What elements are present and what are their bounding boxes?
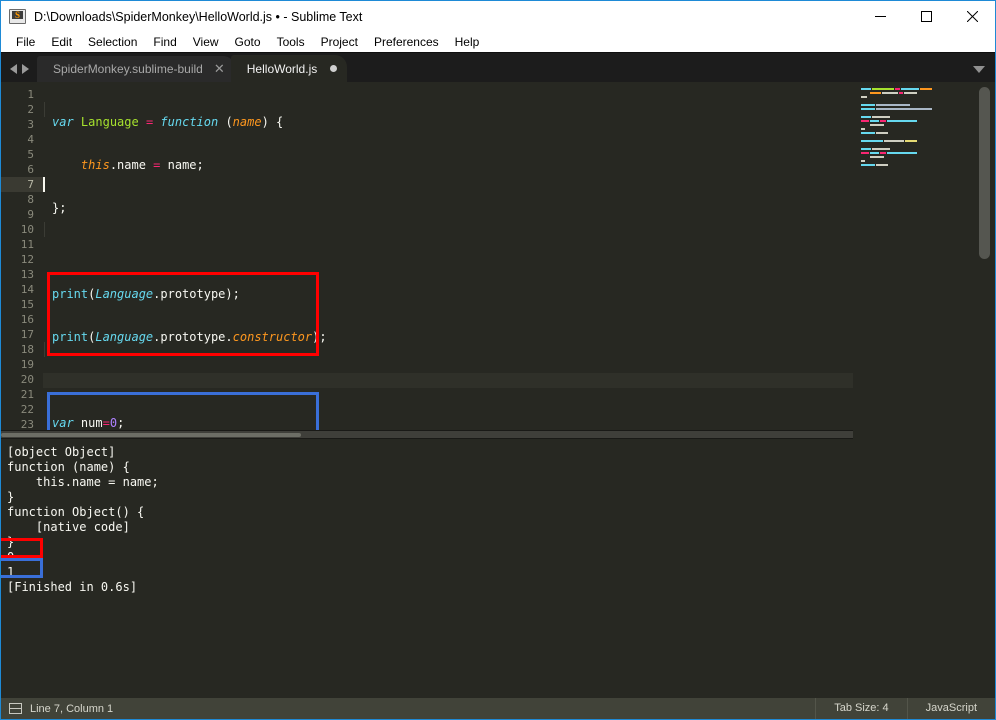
console-line: function Object() { bbox=[7, 505, 145, 519]
build-output-panel[interactable]: [object Object] function (name) { this.n… bbox=[1, 439, 853, 698]
sublime-text-window: D:\Downloads\SpiderMonkey\HelloWorld.js … bbox=[0, 0, 996, 720]
layout-panel-icon[interactable] bbox=[9, 703, 22, 714]
editor-main: 1 2 3 4 5 6 7 8 9 10 11 12 13 14 15 16 1 bbox=[1, 82, 853, 698]
tab-nav-arrows bbox=[1, 64, 37, 82]
status-bar-right: Tab Size: 4 JavaScript bbox=[815, 698, 995, 719]
line-number: 23 bbox=[20, 418, 34, 430]
close-icon[interactable] bbox=[949, 1, 995, 32]
editor-vertical-scrollbar[interactable] bbox=[974, 82, 995, 698]
editor-region: 1 2 3 4 5 6 7 8 9 10 11 12 13 14 15 16 1 bbox=[1, 82, 995, 698]
console-line: this.name = name; bbox=[7, 475, 159, 489]
line-number: 19 bbox=[20, 358, 34, 371]
line-number: 17 bbox=[20, 328, 34, 341]
menu-tools[interactable]: Tools bbox=[269, 32, 313, 52]
cursor-position[interactable]: Line 7, Column 1 bbox=[30, 703, 113, 715]
tab-helloworld-js[interactable]: HelloWorld.js bbox=[230, 55, 348, 82]
menu-selection[interactable]: Selection bbox=[80, 32, 145, 52]
console-line: [object Object] bbox=[7, 445, 116, 459]
line-number: 9 bbox=[27, 208, 34, 221]
syntax-mode[interactable]: JavaScript bbox=[906, 698, 995, 719]
line-number: 11 bbox=[20, 238, 34, 251]
line-number: 12 bbox=[20, 253, 34, 266]
code-line-6: print(Language.prototype.constructor); bbox=[52, 330, 327, 344]
menu-bar: File Edit Selection Find View Goto Tools… bbox=[1, 32, 995, 52]
menu-find[interactable]: Find bbox=[145, 32, 184, 52]
tab-bar: SpiderMonkey.sublime-build ✕ HelloWorld.… bbox=[1, 52, 995, 82]
tab-label: HelloWorld.js bbox=[246, 61, 318, 76]
line-number: 1 bbox=[27, 88, 34, 101]
code-line-1: var Language = function (name) { bbox=[52, 115, 284, 129]
arrow-right-icon[interactable] bbox=[22, 64, 29, 74]
line-number: 3 bbox=[27, 118, 34, 131]
line-number: 16 bbox=[20, 313, 34, 326]
code-line-3: }; bbox=[52, 201, 67, 215]
minimize-icon[interactable] bbox=[857, 1, 903, 32]
window-controls bbox=[857, 1, 995, 32]
menu-file[interactable]: File bbox=[8, 32, 43, 52]
console-line: } bbox=[7, 535, 15, 549]
menu-preferences[interactable]: Preferences bbox=[366, 32, 447, 52]
tab-spidermonkey-sublime-build[interactable]: SpiderMonkey.sublime-build ✕ bbox=[37, 56, 235, 82]
code-editor[interactable]: 1 2 3 4 5 6 7 8 9 10 11 12 13 14 15 16 1 bbox=[1, 82, 853, 430]
code-minimap[interactable] bbox=[853, 82, 974, 698]
tab-label: SpiderMonkey.sublime-build bbox=[53, 62, 203, 76]
console-line: function (name) { bbox=[7, 460, 130, 474]
menu-edit[interactable]: Edit bbox=[43, 32, 80, 52]
code-line-7 bbox=[43, 373, 853, 388]
text-cursor bbox=[43, 177, 45, 192]
chevron-down-icon[interactable] bbox=[973, 66, 985, 73]
close-icon[interactable]: ✕ bbox=[214, 62, 225, 75]
menu-help[interactable]: Help bbox=[447, 32, 488, 52]
line-number: 5 bbox=[27, 148, 34, 161]
code-line-8: var num=0; bbox=[52, 416, 125, 430]
console-line: } bbox=[7, 490, 15, 504]
code-text[interactable]: var Language = function (name) { this.na… bbox=[43, 82, 853, 430]
line-number-gutter: 1 2 3 4 5 6 7 8 9 10 11 12 13 14 15 16 1 bbox=[1, 82, 43, 430]
indent-guide bbox=[44, 342, 45, 357]
menu-project[interactable]: Project bbox=[313, 32, 366, 52]
arrow-left-icon[interactable] bbox=[10, 64, 17, 74]
console-line-output-0: 0 bbox=[7, 550, 15, 564]
line-number: 21 bbox=[20, 388, 34, 401]
line-number: 13 bbox=[20, 268, 34, 281]
code-line-5: print(Language.prototype); bbox=[52, 287, 240, 301]
line-number: 14 bbox=[20, 283, 34, 296]
tab-size-setting[interactable]: Tab Size: 4 bbox=[815, 698, 906, 719]
line-number: 4 bbox=[27, 133, 34, 146]
line-number: 22 bbox=[20, 403, 34, 416]
line-number-current: 7 bbox=[1, 177, 43, 192]
code-line-2: this.name = name; bbox=[80, 158, 204, 172]
menu-view[interactable]: View bbox=[185, 32, 227, 52]
line-number: 20 bbox=[20, 373, 34, 386]
menu-goto[interactable]: Goto bbox=[227, 32, 269, 52]
scrollbar-thumb[interactable] bbox=[979, 87, 990, 259]
console-line: [native code] bbox=[7, 520, 130, 534]
console-line-output-1: 1 bbox=[7, 565, 15, 579]
line-number: 18 bbox=[20, 343, 34, 356]
status-bar: Line 7, Column 1 Tab Size: 4 JavaScript bbox=[1, 698, 995, 719]
line-number: 10 bbox=[20, 223, 34, 236]
indent-guide bbox=[44, 222, 45, 237]
sublime-text-icon bbox=[9, 9, 26, 24]
unsaved-changes-icon bbox=[330, 65, 338, 72]
panel-splitter[interactable] bbox=[1, 430, 853, 439]
maximize-icon[interactable] bbox=[903, 1, 949, 32]
line-number: 15 bbox=[20, 298, 34, 311]
console-line-finished: [Finished in 0.6s] bbox=[7, 580, 138, 594]
line-number: 6 bbox=[27, 163, 34, 176]
line-number: 8 bbox=[27, 193, 34, 206]
window-title: D:\Downloads\SpiderMonkey\HelloWorld.js … bbox=[34, 9, 363, 24]
line-number: 2 bbox=[27, 103, 34, 116]
title-bar: D:\Downloads\SpiderMonkey\HelloWorld.js … bbox=[1, 1, 995, 32]
indent-guide bbox=[44, 102, 45, 117]
